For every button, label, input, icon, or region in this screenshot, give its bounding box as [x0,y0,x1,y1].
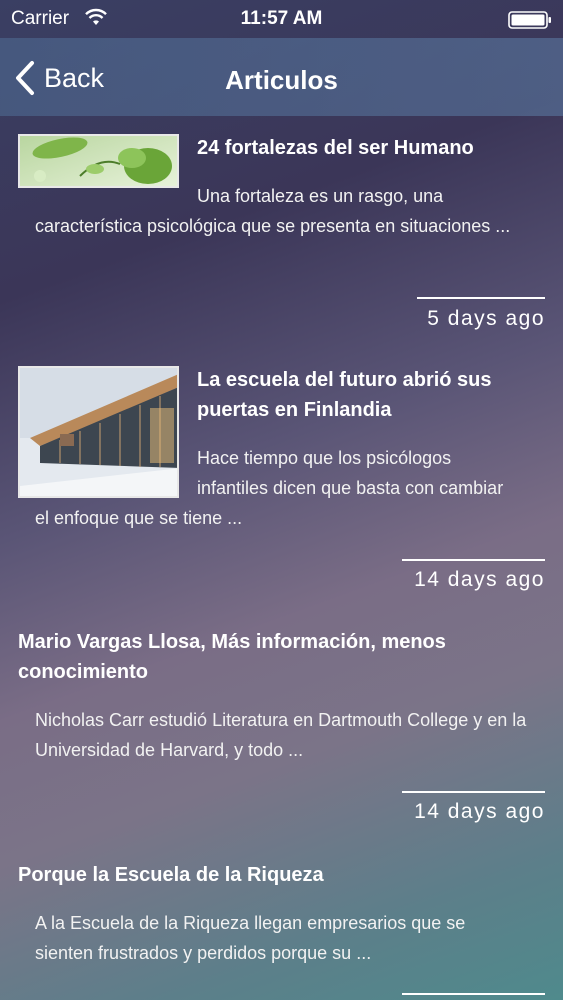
date-divider [402,791,545,793]
article-excerpt: característica psicológica que se presen… [35,216,511,236]
article-excerpt-first-line: Una fortaleza es un rasgo, una [197,186,444,206]
article-thumbnail-school [18,366,179,498]
article-item[interactable]: Porque la Escuela de la Riqueza A la Esc… [0,838,563,1000]
article-date: 14 days ago [414,568,545,591]
article-title: La escuela del futuro abrió sus [197,369,492,391]
page-title: Articulos [225,65,338,95]
article-excerpt: Nicholas Carr estudió Literatura en Dart… [35,710,527,760]
article-title: 24 fortalezas del ser Humano [197,137,474,159]
article-item[interactable]: 24 fortalezas del ser Humano Una fortale… [0,116,563,346]
status-time: 11:57 AM [240,8,323,29]
navigation-bar: Back Articulos [0,38,563,116]
article-excerpt: A la Escuela de la Riqueza llegan empres… [35,913,466,963]
article-excerpt-second-line: infantiles dicen que basta con cambiar [197,478,504,498]
article-item[interactable]: La escuela del futuro abrió sus puertas … [0,346,563,606]
school-building-image [20,368,177,496]
status-bar: Carrier 11:57 AM [0,0,563,38]
leaves-image [20,136,177,186]
article-title-second-line: puertas en Finlandia [197,399,392,421]
date-divider [402,993,545,995]
article-title: Porque la Escuela de la Riqueza [18,864,324,886]
date-divider [417,297,545,299]
article-date: 5 days ago [427,307,545,330]
article-thumbnail-leaves [18,134,179,188]
article-title: Mario Vargas Llosa, Más información, men… [18,631,446,683]
article-excerpt-first-line: Hace tiempo que los psicólogos [197,448,452,468]
article-excerpt: el enfoque que se tiene ... [35,508,243,528]
article-date: 14 days ago [414,800,545,823]
date-divider [402,559,545,561]
battery-icon [508,11,551,29]
article-item[interactable]: Mario Vargas Llosa, Más información, men… [0,606,563,838]
